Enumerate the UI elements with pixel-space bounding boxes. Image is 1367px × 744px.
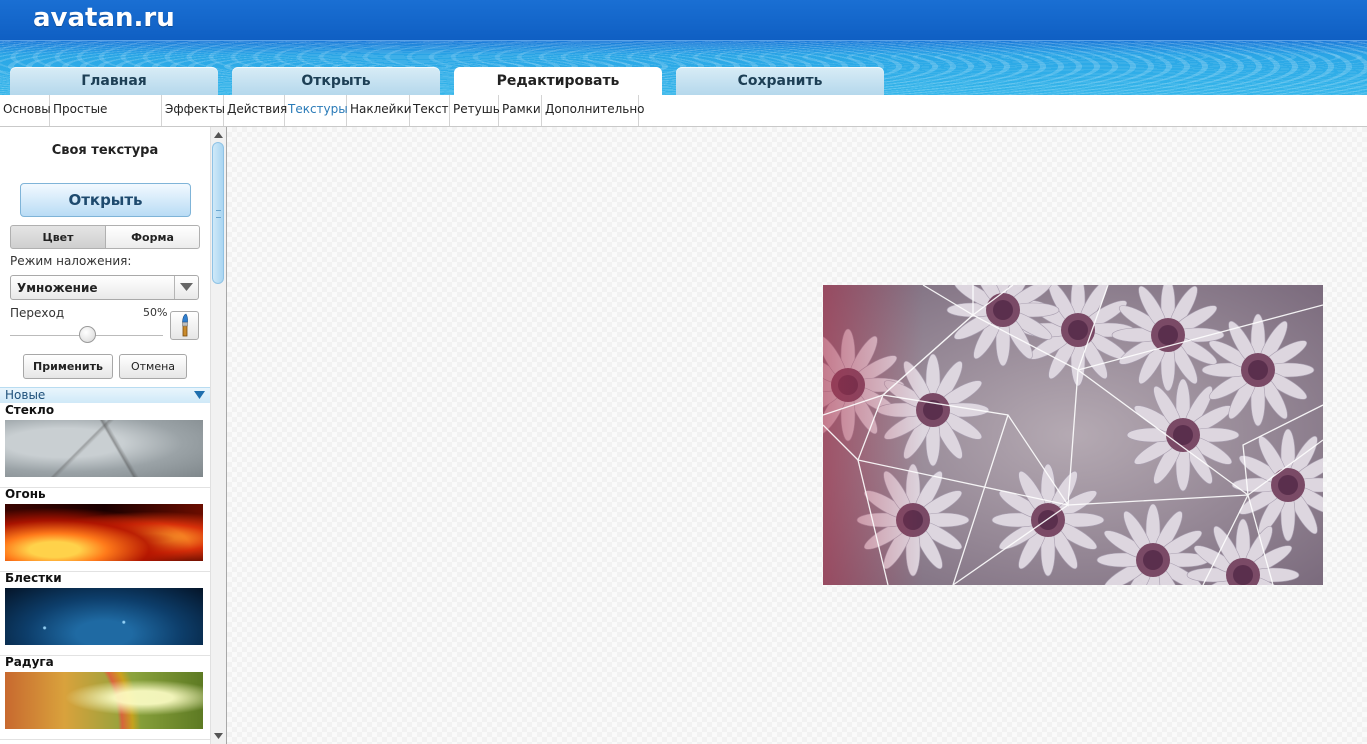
edited-photo[interactable] xyxy=(823,285,1323,585)
top-bar: avatan.ru xyxy=(0,0,1367,41)
transition-slider-knob[interactable] xyxy=(79,326,96,343)
transition-label: Переход xyxy=(10,306,65,320)
texture-thumbnail-fire xyxy=(5,504,203,561)
texture-item-partial[interactable] xyxy=(0,739,210,744)
submenu-effects[interactable]: Эффекты xyxy=(162,95,225,126)
tab-home[interactable]: Главная xyxy=(10,67,218,95)
apply-button[interactable]: Применить xyxy=(23,354,113,379)
tab-open[interactable]: Открыть xyxy=(232,67,440,95)
cancel-button[interactable]: Отмена xyxy=(119,354,187,379)
submenu-stickers[interactable]: Наклейки xyxy=(347,95,412,126)
panel-title: Своя текстура xyxy=(51,143,159,158)
blend-mode-label: Режим наложения: xyxy=(10,254,132,268)
submenu-frames[interactable]: Рамки xyxy=(499,95,542,126)
brush-button[interactable] xyxy=(170,311,199,340)
segment-shape[interactable]: Форма xyxy=(105,225,200,249)
submenu-retouch[interactable]: Ретушь xyxy=(450,95,500,126)
triangle-down-icon xyxy=(194,391,205,399)
texture-panel: Своя текстура Открыть Цвет Форма Режим н… xyxy=(0,127,227,744)
scrollbar-thumb[interactable] xyxy=(212,142,224,284)
submenu-textures[interactable]: Текстуры xyxy=(285,95,348,126)
texture-item-glass[interactable]: Стекло xyxy=(0,403,210,488)
texture-item-rainbow[interactable]: Радуга xyxy=(0,655,210,740)
texture-name: Блестки xyxy=(5,571,62,585)
texture-category-dropdown[interactable]: Новые xyxy=(0,387,210,403)
editor-canvas[interactable] xyxy=(227,127,1367,744)
site-logo[interactable]: avatan.ru xyxy=(33,3,175,33)
tab-save[interactable]: Сохранить xyxy=(676,67,884,95)
tab-edit[interactable]: Редактировать xyxy=(454,67,662,95)
scroll-up-icon[interactable] xyxy=(213,130,224,141)
submenu-basics[interactable]: Основы xyxy=(0,95,51,126)
texture-thumbnail-sparkles xyxy=(5,588,203,645)
blend-mode-value: Умножение xyxy=(17,281,98,295)
texture-item-fire[interactable]: Огонь xyxy=(0,487,210,572)
scroll-down-icon[interactable] xyxy=(213,730,224,741)
panel-scrollbar[interactable] xyxy=(210,127,226,744)
segment-color[interactable]: Цвет xyxy=(10,225,106,249)
texture-name: Радуга xyxy=(5,655,54,669)
brush-icon xyxy=(182,313,188,337)
submenu-text[interactable]: Текст xyxy=(410,95,450,126)
submenu-additional[interactable]: Дополнительно xyxy=(542,95,645,126)
blend-mode-select[interactable]: Умножение xyxy=(10,275,199,300)
texture-thumbnail-glass xyxy=(5,420,203,477)
texture-name: Стекло xyxy=(5,403,55,417)
chevron-down-icon xyxy=(174,276,198,299)
texture-name: Огонь xyxy=(5,487,46,501)
category-label: Новые xyxy=(5,388,46,402)
transition-value: 50% xyxy=(143,306,168,319)
texture-item-sparkles[interactable]: Блестки xyxy=(0,571,210,656)
submenu-simple-filters[interactable]: Простые фильтры xyxy=(50,95,162,145)
open-texture-button[interactable]: Открыть xyxy=(20,183,191,217)
site-header: avatan.ru Главная Открыть Редактировать … xyxy=(0,0,1367,95)
texture-thumbnail-rainbow xyxy=(5,672,203,729)
grip-icon xyxy=(216,210,221,218)
submenu-actions[interactable]: Действия xyxy=(224,95,287,126)
edit-submenu: Основы Простые фильтры Эффекты Действия … xyxy=(0,95,1367,145)
